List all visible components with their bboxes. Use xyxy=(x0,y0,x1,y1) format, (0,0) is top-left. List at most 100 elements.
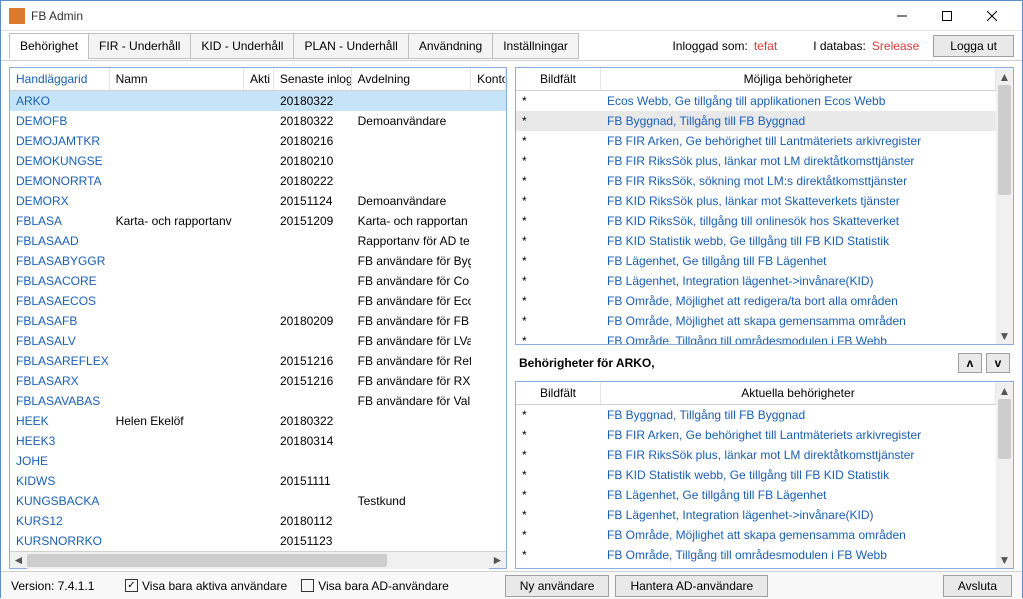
possible-vscroll[interactable]: ▲ ▼ xyxy=(996,68,1013,344)
move-up-button[interactable]: ʌ xyxy=(958,353,982,373)
vscroll-track[interactable] xyxy=(996,85,1013,327)
list-item[interactable]: *FB FIR RiksSök, sökning mot LM:s direkt… xyxy=(516,171,996,191)
list-item[interactable]: *FB Lägenhet, Ge tillgång till FB Lägenh… xyxy=(516,485,996,505)
table-row[interactable]: FBLASAFB20180209FB användare för FB xyxy=(10,311,506,331)
table-row[interactable]: DEMOKUNGSE20180210 xyxy=(10,151,506,171)
table-row[interactable]: ARKO20180322 xyxy=(10,91,506,111)
vscroll-down-icon[interactable]: ▼ xyxy=(996,327,1013,344)
table-row[interactable]: HEEK320180314 xyxy=(10,431,506,451)
cell-avd: Testkund xyxy=(352,494,472,508)
vscroll-up-icon[interactable]: ▲ xyxy=(996,382,1013,399)
cell-bildfalt: * xyxy=(516,254,601,268)
hscroll-track[interactable] xyxy=(27,552,489,569)
tab-plan[interactable]: PLAN - Underhåll xyxy=(293,33,408,59)
possible-perms-body[interactable]: *Ecos Webb, Ge tillgång till applikation… xyxy=(516,91,996,344)
logout-button[interactable]: Logga ut xyxy=(933,35,1014,57)
list-item[interactable]: *FB FIR Arken, Ge behörighet till Lantmä… xyxy=(516,425,996,445)
vscroll-up-icon[interactable]: ▲ xyxy=(996,68,1013,85)
table-row[interactable]: DEMORX20151124Demoanvändare xyxy=(10,191,506,211)
cell-date: 20180216 xyxy=(274,134,352,148)
maximize-button[interactable] xyxy=(924,2,969,30)
users-table-body[interactable]: ARKO20180322DEMOFB20180322DemoanvändareD… xyxy=(10,91,506,551)
table-row[interactable]: FBLASABYGGRFB användare för Byg xyxy=(10,251,506,271)
table-row[interactable]: FBLASAKarta- och rapportanv20151209Karta… xyxy=(10,211,506,231)
tab-kid[interactable]: KID - Underhåll xyxy=(190,33,294,59)
minimize-button[interactable] xyxy=(879,2,924,30)
list-item[interactable]: *FB FIR RiksSök plus, länkar mot LM dire… xyxy=(516,445,996,465)
move-down-button[interactable]: v xyxy=(986,353,1010,373)
list-item[interactable]: *FB Område, Möjlighet att skapa gemensam… xyxy=(516,525,996,545)
table-row[interactable]: FBLASAVABASFB användare för Val xyxy=(10,391,506,411)
vscroll-thumb[interactable] xyxy=(998,85,1011,195)
table-row[interactable]: FBLASACOREFB användare för Co xyxy=(10,271,506,291)
tab-fir[interactable]: FIR - Underhåll xyxy=(88,33,191,59)
current-col-bildfalt[interactable]: Bildfält xyxy=(516,382,601,404)
col-header-date[interactable]: Senaste inlogg xyxy=(274,68,352,90)
table-row[interactable]: JOHE xyxy=(10,451,506,471)
table-row[interactable]: KURSNORRKO20151123 xyxy=(10,531,506,551)
table-row[interactable]: KUNGSBACKATestkund xyxy=(10,491,506,511)
table-row[interactable]: KURS1220180112 xyxy=(10,511,506,531)
list-item[interactable]: *FB KID Statistik webb, Ge tillgång till… xyxy=(516,231,996,251)
table-row[interactable]: DEMOJAMTKR20180216 xyxy=(10,131,506,151)
checkbox-ad-users[interactable]: Visa bara AD-användare xyxy=(301,579,449,593)
list-item[interactable]: *FB Byggnad, Tillgång till FB Byggnad xyxy=(516,405,996,425)
cell-bildfalt: * xyxy=(516,234,601,248)
checkbox-active-users[interactable]: Visa bara aktiva användare xyxy=(125,579,287,593)
vscroll-track[interactable] xyxy=(996,399,1013,551)
cell-id: FBLASAAD xyxy=(10,234,110,248)
col-header-avd[interactable]: Avdelning xyxy=(352,68,471,90)
hscroll-right-icon[interactable]: ► xyxy=(489,552,506,569)
table-row[interactable]: FBLASAECOSFB användare för Eco xyxy=(10,291,506,311)
list-item[interactable]: *FB FIR Arken, Ge behörighet till Lantmä… xyxy=(516,131,996,151)
list-item[interactable]: *FB Område, Tillgång till områdesmodulen… xyxy=(516,545,996,565)
table-row[interactable]: HEEKHelen Ekelöf20180322 xyxy=(10,411,506,431)
current-col-perm[interactable]: Aktuella behörigheter xyxy=(601,382,996,404)
vscroll-thumb[interactable] xyxy=(998,399,1011,459)
table-row[interactable]: FBLASARX20151216FB användare för RX xyxy=(10,371,506,391)
cell-avd: FB användare för Eco xyxy=(352,294,472,308)
close-button-footer[interactable]: Avsluta xyxy=(943,575,1012,597)
vscroll-down-icon[interactable]: ▼ xyxy=(996,551,1013,568)
current-vscroll[interactable]: ▲ ▼ xyxy=(996,382,1013,568)
possible-col-perm[interactable]: Möjliga behörigheter xyxy=(601,68,996,90)
cell-id: DEMOFB xyxy=(10,114,110,128)
header-row: Behörighet FIR - Underhåll KID - Underhå… xyxy=(1,31,1022,61)
list-item[interactable]: *FB Område, Möjlighet att redigera/ta bo… xyxy=(516,291,996,311)
cell-bildfalt: * xyxy=(516,214,601,228)
list-item[interactable]: *FB KID RiksSök, tillgång till onlinesök… xyxy=(516,211,996,231)
possible-col-bildfalt[interactable]: Bildfält xyxy=(516,68,601,90)
current-perms-body[interactable]: *FB Byggnad, Tillgång till FB Byggnad*FB… xyxy=(516,405,996,568)
list-item[interactable]: *FB Byggnad, Tillgång till FB Byggnad xyxy=(516,111,996,131)
list-item[interactable]: *FB Lägenhet, Integration lägenhet->invå… xyxy=(516,505,996,525)
col-header-kont[interactable]: Konto xyxy=(471,68,506,90)
list-item[interactable]: *FB Område, Tillgång till områdesmodulen… xyxy=(516,331,996,344)
table-row[interactable]: FBLASAREFLEX20151216FB användare för Ref xyxy=(10,351,506,371)
table-row[interactable]: KIDWS20151111 xyxy=(10,471,506,491)
col-header-name[interactable]: Namn xyxy=(110,68,244,90)
tab-behorighet[interactable]: Behörighet xyxy=(9,33,89,59)
users-hscroll[interactable]: ◄ ► xyxy=(10,551,506,568)
cell-permission: FB FIR RiksSök plus, länkar mot LM direk… xyxy=(601,154,996,168)
new-user-button[interactable]: Ny användare xyxy=(505,575,610,597)
cell-id: ARKO xyxy=(10,94,110,108)
list-item[interactable]: *FB Lägenhet, Ge tillgång till FB Lägenh… xyxy=(516,251,996,271)
list-item[interactable]: *FB KID RiksSök plus, länkar mot Skattev… xyxy=(516,191,996,211)
hscroll-thumb[interactable] xyxy=(27,554,387,567)
table-row[interactable]: DEMONORRTA20180222 xyxy=(10,171,506,191)
hscroll-left-icon[interactable]: ◄ xyxy=(10,552,27,569)
col-header-id[interactable]: Handläggarid xyxy=(10,68,110,90)
col-header-akt[interactable]: Akti xyxy=(244,68,274,90)
list-item[interactable]: *FB KID Statistik webb, Ge tillgång till… xyxy=(516,465,996,485)
table-row[interactable]: DEMOFB20180322Demoanvändare xyxy=(10,111,506,131)
list-item[interactable]: *FB Lägenhet, Integration lägenhet->invå… xyxy=(516,271,996,291)
table-row[interactable]: FBLASALVFB användare för LVa xyxy=(10,331,506,351)
table-row[interactable]: FBLASAADRapportanv för AD te xyxy=(10,231,506,251)
list-item[interactable]: *FB Område, Möjlighet att skapa gemensam… xyxy=(516,311,996,331)
tab-anvandning[interactable]: Användning xyxy=(408,33,493,59)
manage-ad-users-button[interactable]: Hantera AD-användare xyxy=(615,575,768,597)
tab-installningar[interactable]: Inställningar xyxy=(492,33,579,59)
list-item[interactable]: *Ecos Webb, Ge tillgång till applikation… xyxy=(516,91,996,111)
close-button[interactable] xyxy=(969,2,1014,30)
list-item[interactable]: *FB FIR RiksSök plus, länkar mot LM dire… xyxy=(516,151,996,171)
